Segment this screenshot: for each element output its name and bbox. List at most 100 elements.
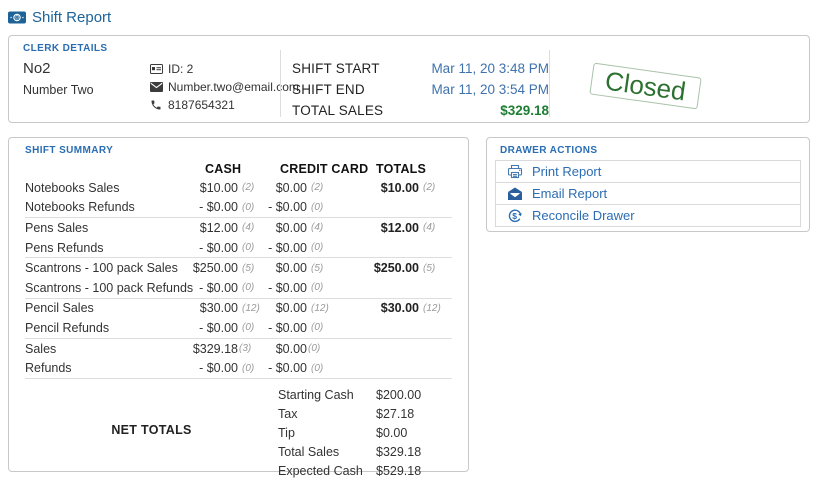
clerk-contact: ID: 2 Number.two@email.com 8187654321 [149, 58, 280, 119]
cash-count: (0) [238, 363, 264, 374]
phone-icon [149, 99, 163, 111]
total-count: (2) [419, 182, 452, 193]
clerk-full-name: Number Two [23, 83, 149, 97]
table-row: Pencil Sales $30.00 (12) $0.00 (12) $30.… [25, 298, 452, 319]
clerk-id-row: ID: 2 [149, 60, 280, 78]
net-row-label: Tax [278, 407, 376, 421]
clerk-phone-row: 8187654321 [149, 96, 280, 114]
cash-count: (0) [238, 282, 264, 293]
row-label: Pencil Refunds [25, 321, 191, 335]
net-row-label: Tip [278, 426, 376, 440]
shift-start-row: SHIFT START Mar 11, 20 3:48 PM [292, 60, 549, 77]
cash-count: (0) [238, 322, 264, 333]
envelope-icon [149, 82, 163, 92]
net-row-value: $27.18 [376, 407, 414, 421]
printer-icon [507, 164, 523, 180]
email-report-action[interactable]: Email Report [495, 182, 801, 205]
net-row-value: $529.18 [376, 464, 421, 478]
net-row-label: Starting Cash [278, 388, 376, 402]
credit-card-amount: $0.00 [264, 221, 307, 235]
table-row: Pens Refunds - $0.00 (0) - $0.00 (0) [25, 238, 452, 258]
net-total-row: Expected Cash $529.18 [278, 462, 452, 481]
status-stamp: Closed [589, 62, 701, 109]
clerk-details-panel: CLERK DETAILS No2 Number Two ID: 2 [8, 35, 810, 123]
cash-amount: - $0.00 [191, 321, 238, 335]
total-sales-value: $329.18 [500, 103, 549, 118]
reconcile-drawer-action[interactable]: $ Reconcile Drawer [495, 204, 801, 227]
cash-count: (0) [238, 202, 264, 213]
credit-card-amount: $0.00 [264, 181, 307, 195]
credit-card-count: (0) [307, 343, 333, 354]
total-amount: $10.00 [333, 181, 419, 195]
credit-card-amount: - $0.00 [264, 361, 307, 375]
total-amount: $250.00 [333, 261, 419, 275]
credit-card-amount: $0.00 [264, 261, 307, 275]
clerk-id: ID: 2 [168, 62, 193, 76]
shift-summary-title: SHIFT SUMMARY [25, 146, 452, 156]
row-label: Scantrons - 100 pack Refunds [25, 281, 191, 295]
column-header-totals: TOTALS [376, 162, 426, 176]
cash-count: (12) [238, 303, 264, 314]
shift-end-row: SHIFT END Mar 11, 20 3:54 PM [292, 81, 549, 98]
column-header-credit-card: CREDIT CARD [280, 162, 368, 176]
row-label: Notebooks Sales [25, 181, 191, 195]
net-row-label: Total Sales [278, 445, 376, 459]
credit-card-count: (2) [307, 182, 333, 193]
clerk-name: No2 [23, 60, 149, 77]
svg-text:$: $ [512, 211, 517, 221]
shift-times: SHIFT START Mar 11, 20 3:48 PM SHIFT END… [281, 58, 549, 119]
table-row: Scantrons - 100 pack Sales $250.00 (5) $… [25, 257, 452, 278]
row-label: Notebooks Refunds [25, 200, 191, 214]
drawer-actions-panel: DRAWER ACTIONS Print Report [486, 137, 810, 232]
credit-card-count: (0) [307, 363, 333, 374]
credit-card-count: (5) [307, 263, 333, 274]
cash-amount: - $0.00 [191, 281, 238, 295]
clerk-details-title: CLERK DETAILS [23, 44, 795, 54]
column-header-cash: CASH [205, 162, 241, 176]
total-amount: $12.00 [333, 221, 419, 235]
row-label: Pencil Sales [25, 301, 191, 315]
cash-amount: $30.00 [191, 301, 238, 315]
net-row-value: $0.00 [376, 426, 407, 440]
credit-card-amount: - $0.00 [264, 281, 307, 295]
credit-card-count: (0) [307, 322, 333, 333]
cash-amount: $250.00 [191, 261, 238, 275]
credit-card-amount: $0.00 [264, 342, 307, 356]
shift-end-label: SHIFT END [292, 82, 365, 97]
net-total-row: Tip $0.00 [278, 423, 452, 442]
drawer-actions-title: DRAWER ACTIONS [500, 146, 801, 156]
net-totals-left: NET TOTALS [25, 382, 278, 478]
cash-amount: $12.00 [191, 221, 238, 235]
page-header: 0 Shift Report [0, 0, 818, 32]
table-row: Pencil Refunds - $0.00 (0) - $0.00 (0) [25, 318, 452, 338]
credit-card-count: (0) [307, 282, 333, 293]
summary-table-body: Notebooks Sales $10.00 (2) $0.00 (2) $10… [25, 178, 452, 379]
net-totals-list: Starting Cash $200.00 Tax $27.18 Tip $0.… [278, 382, 452, 478]
cash-count: (4) [238, 222, 264, 233]
row-label: Scantrons - 100 pack Sales [25, 261, 191, 275]
reconcile-drawer-label: Reconcile Drawer [532, 208, 635, 223]
row-label: Refunds [25, 361, 191, 375]
credit-card-count: (0) [307, 202, 333, 213]
print-report-action[interactable]: Print Report [495, 160, 801, 183]
credit-card-count: (0) [307, 242, 333, 253]
money-bill-icon: 0 [8, 11, 26, 24]
credit-card-amount: - $0.00 [264, 241, 307, 255]
table-row: Pens Sales $12.00 (4) $0.00 (4) $12.00 (… [25, 217, 452, 238]
net-row-value: $200.00 [376, 388, 421, 402]
cash-count: (3) [238, 343, 264, 354]
total-count: (4) [419, 222, 452, 233]
shift-start-value: Mar 11, 20 3:48 PM [431, 61, 549, 76]
table-row: Notebooks Refunds - $0.00 (0) - $0.00 (0… [25, 198, 452, 218]
total-sales-label: TOTAL SALES [292, 103, 383, 118]
shift-end-value: Mar 11, 20 3:54 PM [431, 82, 549, 97]
shift-summary-panel: SHIFT SUMMARY CASH CREDIT CARD TOTALS No… [8, 137, 469, 472]
table-row: Scantrons - 100 pack Refunds - $0.00 (0)… [25, 278, 452, 298]
main-content: SHIFT SUMMARY CASH CREDIT CARD TOTALS No… [8, 137, 810, 472]
drawer-actions-list: Print Report Email Report $ [495, 160, 801, 227]
credit-card-amount: $0.00 [264, 301, 307, 315]
print-report-label: Print Report [532, 164, 601, 179]
total-count: (5) [419, 263, 452, 274]
net-row-value: $329.18 [376, 445, 421, 459]
row-label: Pens Sales [25, 221, 191, 235]
